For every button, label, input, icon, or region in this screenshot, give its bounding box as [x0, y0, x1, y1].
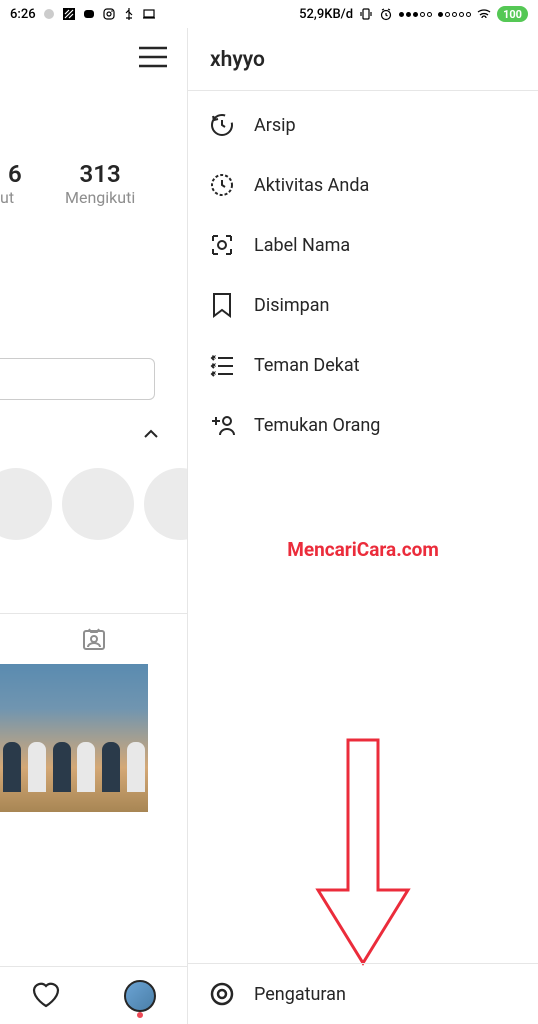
menu-nametag[interactable]: Label Nama — [188, 215, 538, 275]
annotation-arrow — [313, 738, 413, 968]
menu-label: Aktivitas Anda — [254, 175, 369, 196]
following-count: 313 — [65, 160, 135, 188]
tagged-tab[interactable] — [0, 613, 187, 663]
drawer-header: xhyyo — [188, 28, 538, 91]
alarm-icon — [379, 7, 393, 21]
profile-tab[interactable] — [124, 980, 156, 1012]
wifi-icon — [477, 7, 491, 21]
following-stat[interactable]: 313 Mengikuti — [65, 160, 135, 207]
line-icon — [82, 7, 96, 21]
status-bar: 6:26 52,9KB/d — [0, 0, 538, 28]
signal-2-icon — [438, 12, 471, 17]
activity-icon — [208, 171, 236, 199]
archive-icon — [208, 111, 236, 139]
following-label: Mengikuti — [65, 188, 135, 207]
menu-activity[interactable]: Aktivitas Anda — [188, 155, 538, 215]
status-time: 6:26 — [10, 7, 36, 22]
followers-stat[interactable]: 6 ut — [0, 160, 22, 207]
watermark-text: MencariCara.com — [287, 538, 439, 561]
story-highlight[interactable] — [0, 468, 52, 540]
drawer-username: xhyyo — [210, 48, 516, 72]
followers-count: 6 — [0, 160, 22, 188]
app-icon — [62, 7, 76, 21]
battery-indicator: 100 — [497, 6, 528, 22]
tagged-icon — [80, 625, 108, 653]
nametag-icon — [208, 231, 236, 259]
activity-tab[interactable] — [31, 980, 61, 1012]
story-highlight[interactable] — [62, 468, 134, 540]
saved-icon — [208, 291, 236, 319]
bottom-nav — [0, 966, 187, 1024]
menu-label: Label Nama — [254, 235, 350, 256]
menu-close-friends[interactable]: Teman Dekat — [188, 335, 538, 395]
story-highlights — [0, 468, 188, 540]
menu-button[interactable] — [139, 46, 167, 72]
avatar-icon — [124, 980, 156, 1012]
profile-pane: 6 ut 313 Mengikuti — [0, 28, 188, 1024]
discover-people-icon — [208, 411, 236, 439]
menu-saved[interactable]: Disimpan — [188, 275, 538, 335]
story-highlight[interactable] — [144, 468, 188, 540]
heart-icon — [31, 980, 61, 1008]
signal-1-icon — [399, 12, 432, 17]
menu-label: Disimpan — [254, 295, 329, 316]
net-speed: 52,9KB/d — [299, 7, 353, 22]
menu-discover-people[interactable]: Temukan Orang — [188, 395, 538, 455]
settings-label: Pengaturan — [254, 984, 346, 1005]
photo-thumbnail[interactable] — [0, 664, 148, 812]
followers-label: ut — [0, 188, 22, 207]
usb-icon — [122, 7, 136, 21]
drawer-menu: Arsip Aktivitas Anda Label Nama Disimpan — [188, 91, 538, 459]
gear-icon — [208, 980, 236, 1008]
vibrate-icon — [359, 7, 373, 21]
menu-label: Arsip — [254, 115, 296, 136]
edit-profile-button[interactable] — [0, 358, 155, 400]
menu-label: Teman Dekat — [254, 355, 360, 376]
close-friends-icon — [208, 351, 236, 379]
menu-settings[interactable]: Pengaturan — [188, 963, 538, 1024]
menu-label: Temukan Orang — [254, 415, 380, 436]
instagram-icon — [102, 7, 116, 21]
side-drawer: xhyyo Arsip Aktivitas Anda Label Nama — [188, 28, 538, 1024]
laptop-icon — [142, 7, 156, 21]
chevron-up-icon[interactable] — [143, 424, 159, 443]
menu-archive[interactable]: Arsip — [188, 95, 538, 155]
record-icon — [42, 7, 56, 21]
